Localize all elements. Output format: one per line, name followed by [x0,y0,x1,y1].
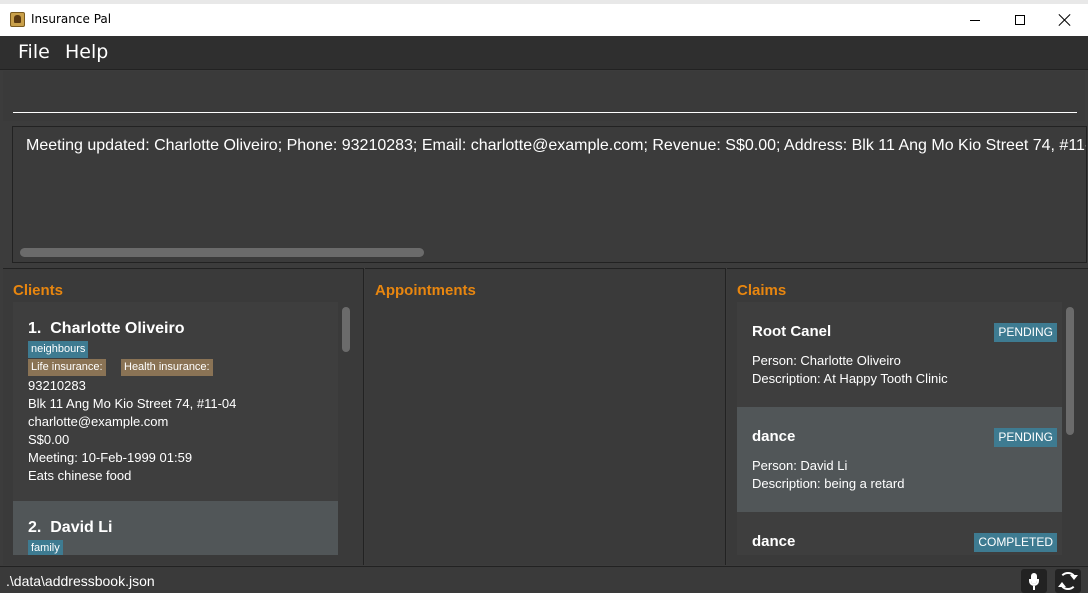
clients-title: Clients [13,282,64,299]
status-bar: .\data\addressbook.json [0,566,1088,593]
command-input[interactable] [13,83,1077,113]
client-phone: 93210283 [28,378,86,393]
minimize-icon [970,19,980,21]
claim-person: Person: Charlotte Oliveiro [752,353,901,368]
close-icon [1059,14,1071,26]
client-index: 1. [28,320,42,337]
minimize-button[interactable] [952,4,998,36]
claim-list: Root Canel PENDING Person: Charlotte Oli… [737,302,1062,555]
menu-help[interactable]: Help [65,41,108,63]
claim-status-badge: COMPLETED [974,533,1057,552]
data-file-path: .\data\addressbook.json [6,573,155,589]
maximize-button[interactable] [997,4,1043,36]
claim-title: Root Canel [752,323,832,340]
appointments-title: Appointments [375,282,476,299]
claim-description: Description: being a retard [752,476,905,491]
claim-card[interactable]: dance PENDING Person: David Li Descripti… [737,407,1062,512]
clients-vertical-scrollbar[interactable] [341,304,351,554]
client-revenue: S$0.00 [28,432,70,447]
client-name: David Li [50,519,113,536]
claims-title: Claims [737,282,787,299]
claims-scroll-thumb[interactable] [1066,307,1074,435]
clients-scroll-thumb[interactable] [342,307,350,352]
client-index: 2. [28,519,42,536]
claim-card[interactable]: Root Canel PENDING Person: Charlotte Oli… [737,302,1062,407]
claims-vertical-scrollbar[interactable] [1065,304,1075,554]
client-address: Blk 11 Ang Mo Kio Street 74, #11-04 [28,396,237,411]
client-tag: neighbours [28,341,89,358]
close-button[interactable] [1042,4,1088,36]
title-bar: Insurance Pal [0,0,1088,36]
client-tag: family [28,540,63,555]
clients-panel: Clients 1. Charlotte Oliveiro neighbours… [3,268,364,565]
microphone-button[interactable] [1021,569,1047,593]
client-meeting: Meeting: 10-Feb-1999 01:59 [28,450,193,465]
result-horizontal-scrollbar[interactable] [20,248,424,257]
client-note: Eats chinese food [28,468,132,483]
client-card[interactable]: 2. David Li family [13,501,338,555]
claim-status-badge: PENDING [994,428,1057,447]
sync-icon [1058,572,1078,590]
appointment-list [375,302,700,555]
policy-tag: Health insurance: [121,359,213,376]
client-list: 1. Charlotte Oliveiro neighbours Life in… [13,302,338,555]
claims-panel: Claims Root Canel PENDING Person: Charlo… [727,268,1088,565]
client-name: Charlotte Oliveiro [50,320,185,337]
claim-card[interactable]: dance COMPLETED [737,512,1062,555]
policy-tag: Life insurance: [28,359,106,376]
claim-status-badge: PENDING [994,323,1057,342]
claim-title: dance [752,428,796,445]
sync-button[interactable] [1055,569,1081,593]
appointments-panel: Appointments [365,268,726,565]
result-text: Meeting updated: Charlotte Oliveiro; Pho… [26,137,1086,154]
command-box [3,71,1085,121]
menu-file[interactable]: File [18,41,50,63]
claim-person: Person: David Li [752,458,848,473]
claim-description: Description: At Happy Tooth Clinic [752,371,948,386]
menu-bar: File Help [0,36,1088,70]
maximize-icon [1015,15,1025,25]
window-title: Insurance Pal [31,12,112,26]
claim-title: dance [752,533,796,550]
client-email: charlotte@example.com [28,414,169,429]
result-display: Meeting updated: Charlotte Oliveiro; Pho… [12,126,1087,263]
client-card[interactable]: 1. Charlotte Oliveiro neighbours Life in… [13,302,338,501]
app-icon [10,12,25,27]
